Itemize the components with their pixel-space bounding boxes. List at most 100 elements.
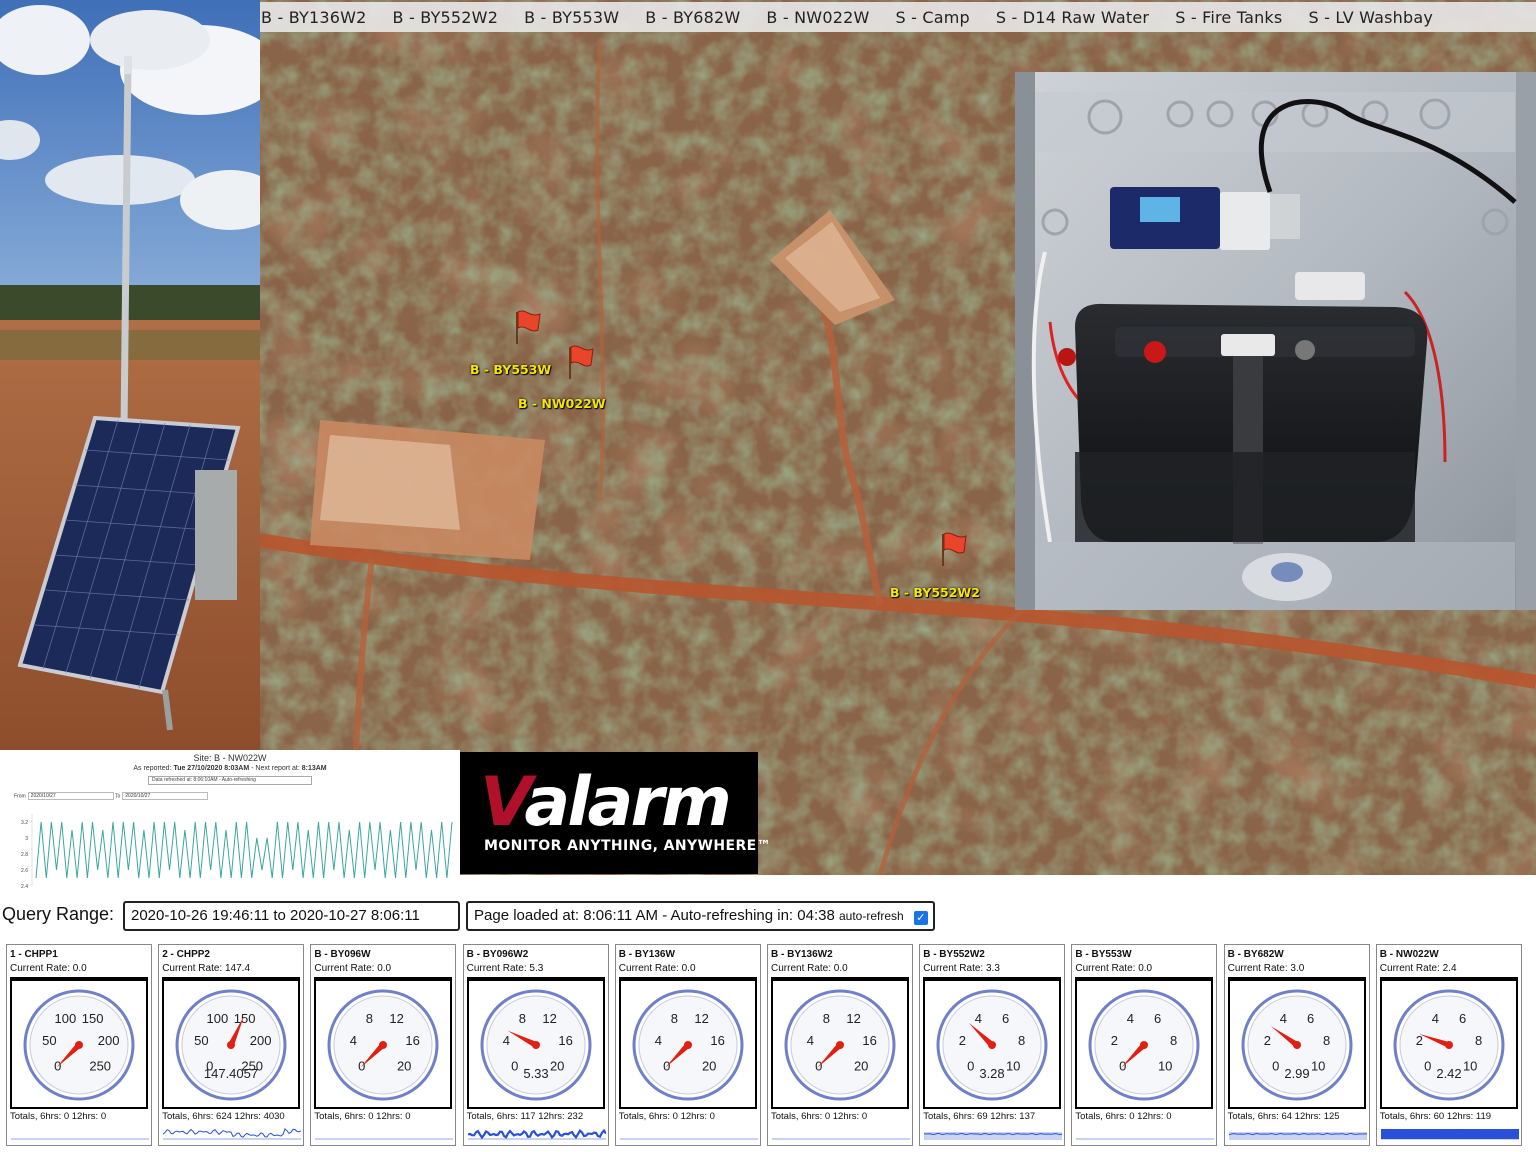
gauge-totals: Totals, 6hrs: 0 12hrs: 0 — [618, 1111, 715, 1122]
gauge-current-rate: Current Rate: 3.0 — [1227, 963, 1305, 974]
gauge-totals: Totals, 6hrs: 624 12hrs: 4030 — [162, 1111, 285, 1122]
page-loaded-status: Page loaded at: 8:06:11 AM - Auto-refres… — [466, 901, 935, 931]
gauge-card[interactable]: B - BY136W2Current Rate: 0.0048121620Tot… — [767, 944, 913, 1146]
chart-y-tick-label: 3 — [25, 836, 28, 842]
gauge-hub — [1444, 1041, 1453, 1049]
gauge-sparkline — [1380, 1129, 1519, 1140]
tab-by552w2[interactable]: B - BY552W2 — [380, 8, 512, 27]
gauge-tick-label: 2 — [1263, 1033, 1270, 1048]
gauge-tick-label: 12 — [694, 1011, 708, 1026]
gauge-card[interactable]: B - BY136WCurrent Rate: 0.0048121620Tota… — [614, 944, 761, 1146]
gauge-tick-label: 4 — [807, 1033, 814, 1048]
tab-by553w[interactable]: B - BY553W — [511, 8, 632, 27]
gauge-current-rate: Current Rate: 0.0 — [10, 963, 87, 974]
gauge-hub — [683, 1041, 692, 1049]
gauge-card[interactable]: B - BY552W2 Current Rate: 3.3 0 2 4 6 8 10 3.28 T… — [919, 944, 1066, 1146]
tab-lv-washbay[interactable]: S - LV Washbay — [1295, 8, 1446, 27]
gauge-totals: Totals, 6hrs: 0 12hrs: 0 — [10, 1111, 107, 1122]
gauge-sparkline — [924, 1132, 1063, 1140]
gauge-current-rate: Current Rate: 3.3 — [923, 963, 1000, 974]
gauge-current-rate: Current Rate: 5.3 — [466, 963, 544, 974]
gauge-card[interactable]: B - BY096W2 Current Rate: 5.3 0 4 8 12 16 20 5.3… — [462, 944, 609, 1146]
gauge-card[interactable]: B - BY553WCurrent Rate: 0.00246810Totals… — [1071, 944, 1218, 1146]
sparkline-series — [467, 1128, 606, 1140]
flow-gauge-dial: 024 68 103.28 — [936, 989, 1048, 1101]
gauge-sparkline — [11, 1138, 149, 1140]
gauge-tick-label: 8 — [671, 1011, 678, 1026]
logo-tagline: MONITOR ANYTHING, ANYWHERE™ — [484, 838, 771, 854]
gauge-tick-label: 8 — [1018, 1033, 1025, 1048]
gauge-tick-label: 0 — [1424, 1059, 1431, 1074]
tab-d14-raw-water[interactable]: S - D14 Raw Water — [983, 8, 1162, 27]
tab-camp[interactable]: S - Camp — [882, 8, 982, 27]
gauge-card[interactable]: B - BY682W Current Rate: 3.0 0 2 4 6 8 10 2.99 To… — [1223, 944, 1370, 1146]
gauge-tick-label: 200 — [250, 1033, 272, 1048]
gauge-tick-label: 16 — [710, 1033, 724, 1048]
gauge-tick-label: 20 — [397, 1059, 411, 1074]
flow-gauge-dial: 050100150200250 — [23, 989, 135, 1101]
gauge-sparkline — [1228, 1132, 1367, 1140]
gauge-hub — [227, 1041, 236, 1049]
detail-line-chart[interactable]: 3.2 3 2.8 2.6 2.4 — [0, 806, 460, 891]
gauge-card[interactable]: 1 - CHPP1Current Rate: 0.005010015020025… — [6, 944, 152, 1146]
gauge-tick-label: 200 — [98, 1033, 120, 1048]
gauge-tick-label: 12 — [846, 1011, 860, 1026]
map-marker-label[interactable]: B - BY552W2 — [890, 585, 980, 600]
map-marker-flag-icon[interactable] — [512, 308, 542, 346]
gauge-tick-label: 100 — [55, 1011, 77, 1026]
gauge-readout: 147.4057 — [204, 1066, 258, 1081]
gauge-site-title: B - BY552W2 — [923, 949, 985, 960]
gauge-tick-label: 6 — [1459, 1011, 1466, 1026]
gauge-readout: 2.99 — [1284, 1066, 1309, 1081]
gauge-current-rate: Current Rate: 0.0 — [314, 963, 392, 974]
gauge-readout: 2.42 — [1436, 1066, 1461, 1081]
gauge-site-title: B - NW022W — [1379, 949, 1439, 960]
gauge-current-rate: Current Rate: 0.0 — [771, 963, 848, 974]
tab-by682w[interactable]: B - BY682W — [632, 8, 753, 27]
sparkline-series — [163, 1128, 302, 1138]
valarm-logo: Valarm MONITOR ANYTHING, ANYWHERE™ — [460, 752, 771, 874]
auto-refresh-checkbox[interactable]: ✓ — [913, 911, 928, 925]
gauge-tick-label: 4 — [655, 1033, 662, 1048]
gauge-sparkline — [619, 1138, 758, 1140]
query-range-field[interactable]: 2020-10-26 19:46:11 to 2020-10-27 8:06:1… — [123, 901, 460, 931]
gauge-tick-label: 100 — [207, 1011, 229, 1026]
map-marker-flag-icon[interactable] — [565, 343, 595, 381]
gauge-hub — [1140, 1041, 1149, 1049]
gauge-card[interactable]: 2 - CHPP2 Current Rate: 147.4 0 50 100 150 200… — [158, 944, 305, 1146]
gauge-tick-label: 10 — [1463, 1059, 1477, 1074]
flow-gauge-dial: 024 68 102.99 — [1241, 989, 1353, 1101]
map-marker-label[interactable]: B - NW022W — [518, 396, 606, 411]
auto-refresh-label: auto-refresh — [838, 909, 904, 923]
from-date-input[interactable]: 2020/10/27 — [27, 792, 114, 800]
gauge-site-title: 1 - CHPP1 — [10, 949, 58, 960]
gauge-tick-label: 4 — [502, 1033, 509, 1048]
map-marker-label[interactable]: B - BY553W — [470, 362, 551, 377]
gauge-tick-label: 4 — [1432, 1011, 1439, 1026]
map-marker-flag-icon[interactable] — [938, 530, 968, 568]
composite-screen: B - BY136W2 B - BY552W2 B - BY553W B - B… — [0, 0, 1536, 1152]
logo-wordmark: Valarm — [480, 763, 732, 842]
to-date-input[interactable]: 2020/10/27 — [122, 792, 209, 800]
gauge-tick-label: 4 — [1127, 1011, 1134, 1026]
gauge-tick-label: 250 — [89, 1059, 111, 1074]
gauge-tick-label: 4 — [1279, 1011, 1286, 1026]
refresh-status-box[interactable]: Data refreshed at: 8:06:10AM - Auto-refr… — [148, 776, 312, 785]
gauge-tick-label: 10 — [1006, 1059, 1020, 1074]
gauge-tick-label: 150 — [82, 1011, 104, 1026]
gauge-site-title: B - BY136W2 — [771, 949, 833, 960]
sparkline-band — [1228, 1132, 1367, 1139]
tab-nw022w[interactable]: B - NW022W — [753, 8, 882, 27]
gauge-current-rate: Current Rate: 147.4 — [162, 963, 251, 974]
gauge-tick-label: 8 — [823, 1011, 830, 1026]
tab-by136w2[interactable]: B - BY136W2 — [260, 8, 380, 27]
gauge-card[interactable]: B - NW022W Current Rate: 2.4 0 2 4 6 8 10 2.42 To… — [1375, 944, 1522, 1146]
tab-fire-tanks[interactable]: S - Fire Tanks — [1162, 8, 1295, 27]
gauge-tick-label: 2 — [959, 1033, 966, 1048]
gauge-tick-label: 20 — [854, 1059, 868, 1074]
gauge-tick-label: 6 — [1154, 1011, 1161, 1026]
gauge-card[interactable]: B - BY096WCurrent Rate: 0.0048121620Tota… — [310, 944, 457, 1146]
from-date-field[interactable]: From 2020/10/27 — [14, 792, 114, 800]
chart-y-tick-label: 2.4 — [21, 884, 28, 890]
to-date-field[interactable]: To 2020/10/27 — [115, 792, 209, 800]
